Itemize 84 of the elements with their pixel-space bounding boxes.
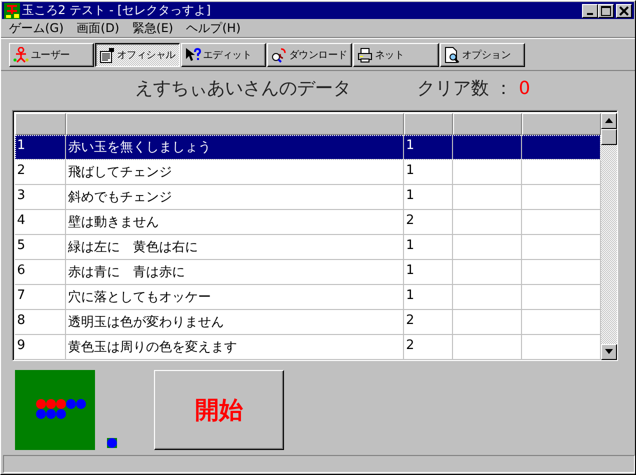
table-cell: 飛ばしてチェンジ (66, 160, 404, 185)
table-cell (453, 184, 522, 210)
table-cell: 6 (15, 260, 66, 285)
maximize-icon (601, 6, 611, 16)
column-header[interactable] (404, 112, 453, 135)
table-cell: 1 (404, 260, 453, 285)
table-cell: 緑は左に 黄色は右に (66, 234, 404, 260)
document-icon (99, 46, 115, 63)
table-cell: 2 (15, 160, 66, 185)
close-icon (619, 6, 629, 16)
clear-count: 0 (518, 78, 530, 99)
menu-item[interactable]: ヘルプ(H) (182, 20, 250, 37)
table-cell: 2 (404, 334, 453, 360)
table-cell: 3 (15, 184, 66, 210)
table-cell: 赤は青に 青は赤に (66, 260, 404, 285)
table-cell: 2 (404, 210, 453, 235)
table-row[interactable]: 1 赤い玉を無くしましょう 1 (15, 134, 601, 160)
table-cell: 1 (404, 160, 453, 185)
table-cell: 1 (404, 284, 453, 310)
table-cell: 1 (15, 134, 66, 160)
clear-count-label: クリア数 ： (417, 77, 513, 100)
table-cell: 透明玉は色が変わりません (66, 310, 404, 335)
table-row[interactable]: 8 透明玉は色が変わりません 2 (15, 310, 601, 335)
table-cell (453, 334, 522, 360)
table-cell (453, 260, 522, 285)
table-cell (453, 160, 522, 185)
table-cell: 5 (15, 234, 66, 260)
menu-item[interactable]: ゲーム(G) (5, 20, 73, 37)
table-cell: 9 (15, 334, 66, 360)
printer-icon (357, 46, 373, 63)
help-icon (185, 46, 201, 63)
table-row[interactable]: 5 緑は左に 黄色は右に 1 (15, 234, 601, 260)
table-cell: 2 (404, 310, 453, 335)
table-cell (453, 310, 522, 335)
menu-item[interactable]: 画面(D) (72, 20, 128, 37)
toolbar-button[interactable]: エディット (181, 42, 266, 67)
table-row[interactable]: 9 黄色玉は周りの色を変えます 2 (15, 334, 601, 360)
column-header[interactable] (453, 112, 522, 135)
column-header[interactable] (66, 112, 404, 135)
scroll-down-button[interactable] (601, 344, 617, 360)
table-cell: 斜めでもチェンジ (66, 184, 404, 210)
table-cell (453, 234, 522, 260)
up-arrow-icon (605, 118, 613, 124)
vertical-scrollbar[interactable] (601, 112, 617, 360)
toolbar-button[interactable]: オプション (440, 42, 525, 67)
window-title: 玉ころ2 テスト - [セレクタっすよ] (22, 2, 212, 20)
toolbar-button[interactable]: オフィシャル (95, 42, 180, 67)
minimize-icon (587, 12, 593, 15)
table-cell: 穴に落としてもオッケー (66, 284, 404, 310)
table-cell (453, 134, 522, 160)
scrollbar-thumb[interactable] (601, 128, 617, 145)
magnifier-icon (271, 46, 287, 63)
table-row[interactable]: 7 穴に落としてもオッケー 1 (15, 284, 601, 310)
toolbar-button[interactable]: ダウンロード (267, 42, 352, 67)
table-cell (453, 284, 522, 310)
table-cell: 壁は動きません (66, 210, 404, 235)
table-cell (453, 210, 522, 235)
ball-icon (107, 438, 117, 448)
maximize-button[interactable] (598, 4, 614, 18)
table-cell: 黄色玉は周りの色を変えます (66, 334, 404, 360)
table-cell: 1 (404, 234, 453, 260)
table-cell: 4 (15, 210, 66, 235)
person-icon (13, 46, 29, 63)
down-arrow-icon (605, 349, 613, 354)
table-row[interactable]: 2 飛ばしてチェンジ 1 (15, 160, 601, 185)
column-header[interactable] (15, 112, 66, 135)
toolbar-button[interactable]: ユーザー (9, 42, 94, 67)
close-button[interactable] (616, 4, 632, 18)
table-row[interactable]: 3 斜めでもチェンジ 1 (15, 184, 601, 210)
toolbar-button[interactable]: ネット (353, 42, 439, 67)
minimize-button[interactable] (582, 4, 598, 18)
table-cell: 1 (404, 184, 453, 210)
app-icon (4, 2, 20, 19)
document-search-icon (444, 46, 460, 63)
table-row[interactable]: 6 赤は青に 青は赤に 1 (15, 260, 601, 285)
menu-item[interactable]: 緊急(E) (128, 20, 182, 37)
table-cell: 赤い玉を無くしましょう (66, 134, 404, 160)
table-cell: 7 (15, 284, 66, 310)
column-header[interactable] (522, 112, 601, 135)
player-data-title: えすちぃあいさんのデータ (135, 77, 352, 100)
table-cell: 8 (15, 310, 66, 335)
table-cell: 1 (404, 134, 453, 160)
table-row[interactable]: 4 壁は動きません 2 (15, 210, 601, 235)
scroll-up-button[interactable] (601, 112, 617, 129)
